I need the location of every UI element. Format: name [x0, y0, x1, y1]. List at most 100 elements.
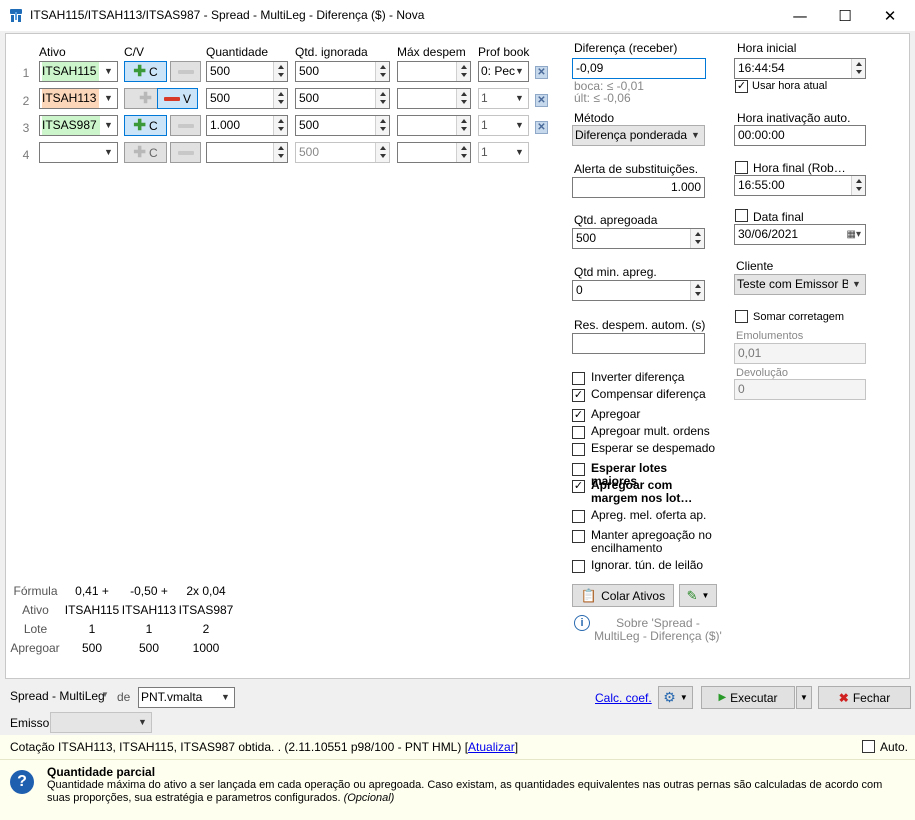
book-depth-combo[interactable]: 1 ▼ — [478, 88, 529, 109]
data-final-picker[interactable]: 30/06/2021 ▦▾ — [734, 224, 866, 245]
hora-final-checkbox[interactable] — [735, 161, 748, 174]
sell-button[interactable] — [170, 115, 201, 136]
close-button[interactable]: ✕ — [867, 0, 913, 31]
emolumentos-input[interactable]: 0,01 — [734, 343, 866, 364]
asset-combo[interactable]: ▼ — [39, 142, 118, 163]
sobre-link[interactable]: Sobre 'Spread - MultiLeg - Diferença ($)… — [593, 617, 723, 643]
quantity-stepper[interactable]: 1.000 — [206, 115, 288, 136]
remove-leg-icon[interactable]: ✕ — [535, 94, 548, 107]
max-despem-stepper[interactable] — [397, 142, 471, 163]
qtd-apregoada-stepper[interactable]: 500 — [572, 228, 705, 249]
devolucao-input[interactable]: 0 — [734, 379, 866, 400]
data-final-checkbox[interactable] — [735, 209, 748, 222]
ignored-qty-stepper[interactable]: 500 — [295, 61, 390, 82]
chevron-down-icon: ▼ — [104, 66, 113, 76]
spin-arrows-icon[interactable] — [690, 281, 704, 300]
fechar-button[interactable]: ✖ Fechar — [818, 686, 911, 709]
sell-label: V — [182, 91, 191, 106]
minimize-button[interactable]: — — [777, 0, 823, 31]
calendar-icon[interactable]: ▦▾ — [847, 225, 861, 244]
hora-inicial-stepper[interactable]: 16:44:54 — [734, 58, 866, 79]
buy-button[interactable]: ✚ C — [124, 115, 167, 136]
calc-coef-link[interactable]: Calc. coef. — [595, 691, 652, 705]
max-despem-stepper[interactable] — [397, 88, 471, 109]
asset-combo[interactable]: ITSAH113 ▼ — [39, 88, 118, 109]
strategy-label[interactable]: Spread - MultiLeg — [10, 689, 105, 703]
spin-arrows-icon[interactable] — [273, 89, 287, 108]
spin-arrows-icon[interactable] — [375, 143, 389, 162]
spin-arrows-icon[interactable] — [456, 143, 470, 162]
max-despem-stepper[interactable] — [397, 61, 471, 82]
executar-dropdown[interactable]: ▼ — [796, 686, 812, 709]
qtd-min-stepper[interactable]: 0 — [572, 280, 705, 301]
max-despem-stepper[interactable] — [397, 115, 471, 136]
colar-ativos-button[interactable]: 📋 Colar Ativos — [572, 584, 674, 607]
quantity-stepper[interactable] — [206, 142, 288, 163]
spin-arrows-icon[interactable] — [456, 62, 470, 81]
auto-checkbox[interactable] — [862, 740, 875, 753]
somar-checkbox[interactable] — [735, 310, 748, 323]
emolumentos-label: Emolumentos — [736, 330, 804, 342]
metodo-select[interactable]: Diferença ponderada ▼ — [572, 125, 705, 146]
sell-button[interactable] — [170, 61, 201, 82]
remove-leg-icon[interactable]: ✕ — [535, 66, 548, 79]
usar-hora-checkbox[interactable]: ✓ — [735, 80, 748, 93]
quantity-stepper[interactable]: 500 — [206, 61, 288, 82]
spin-arrows-icon[interactable] — [851, 59, 865, 78]
option-checkbox[interactable]: ✓ — [572, 389, 585, 402]
colar-label: Colar Ativos — [601, 588, 666, 603]
title-bar: ITSAH115/ITSAH113/ITSAS987 - Spread - Mu… — [0, 0, 915, 31]
option-checkbox[interactable] — [572, 463, 585, 476]
option-checkbox[interactable]: ✓ — [572, 409, 585, 422]
spin-arrows-icon[interactable] — [690, 229, 704, 248]
book-depth-combo[interactable]: 1 ▼ — [478, 142, 529, 163]
diferenca-input[interactable]: -0,09 — [572, 58, 706, 79]
edit-list-button[interactable]: ✎ ▼ — [679, 584, 717, 607]
spin-arrows-icon[interactable] — [456, 116, 470, 135]
account-select[interactable]: PNT.vmalta ▼ — [138, 687, 235, 708]
spin-arrows-icon[interactable] — [273, 116, 287, 135]
option-checkbox[interactable] — [572, 530, 585, 543]
buy-button[interactable]: ✚ C — [124, 142, 167, 163]
res-input[interactable] — [572, 333, 705, 354]
sell-button[interactable] — [170, 142, 201, 163]
hora-final-stepper[interactable]: 16:55:00 — [734, 175, 866, 196]
option-checkbox[interactable] — [572, 510, 585, 523]
ignored-qty-value: 500 — [299, 91, 320, 105]
asset-combo[interactable]: ITSAS987 ▼ — [39, 115, 118, 136]
option-checkbox[interactable] — [572, 372, 585, 385]
option-checkbox[interactable] — [572, 426, 585, 439]
cliente-select[interactable]: Teste com Emissor BVS ▼ — [734, 274, 866, 295]
spin-arrows-icon[interactable] — [273, 62, 287, 81]
quantity-stepper[interactable]: 500 — [206, 88, 288, 109]
settings-button[interactable]: ⚙ ▼ — [658, 686, 693, 709]
book-depth-combo[interactable]: 0: Pec ▼ — [478, 61, 529, 82]
chevron-down-icon: ▼ — [679, 693, 688, 702]
ignored-qty-stepper[interactable]: 500 — [295, 142, 390, 163]
spin-arrows-icon[interactable] — [375, 62, 389, 81]
asset-combo[interactable]: ITSAH115 ▼ — [39, 61, 118, 82]
option-checkbox[interactable]: ✓ — [572, 480, 585, 493]
buy-button[interactable]: ✚ C — [124, 61, 167, 82]
spin-arrows-icon[interactable] — [375, 89, 389, 108]
emissor-select[interactable]: ▼ — [50, 712, 152, 733]
alerta-input[interactable]: 1.000 — [572, 177, 705, 198]
option-checkbox[interactable] — [572, 443, 585, 456]
ignored-qty-stepper[interactable]: 500 — [295, 115, 390, 136]
chevron-down-icon[interactable]: ▼ — [101, 690, 109, 699]
book-depth-combo[interactable]: 1 ▼ — [478, 115, 529, 136]
spin-arrows-icon[interactable] — [851, 176, 865, 195]
spin-arrows-icon[interactable] — [273, 143, 287, 162]
atualizar-link[interactable]: Atualizar — [468, 740, 515, 754]
maximize-button[interactable]: ☐ — [822, 0, 868, 31]
ignored-qty-stepper[interactable]: 500 — [295, 88, 390, 109]
spin-arrows-icon[interactable] — [456, 89, 470, 108]
sell-button[interactable]: V — [157, 88, 198, 109]
remove-leg-icon[interactable]: ✕ — [535, 121, 548, 134]
chevron-down-icon: ▼ — [848, 275, 865, 294]
chevron-down-icon: ▼ — [691, 130, 700, 140]
spin-arrows-icon[interactable] — [375, 116, 389, 135]
hora-inativacao-input[interactable]: 00:00:00 — [734, 125, 866, 146]
executar-button[interactable]: ▶ Executar — [701, 686, 795, 709]
option-checkbox[interactable] — [572, 560, 585, 573]
